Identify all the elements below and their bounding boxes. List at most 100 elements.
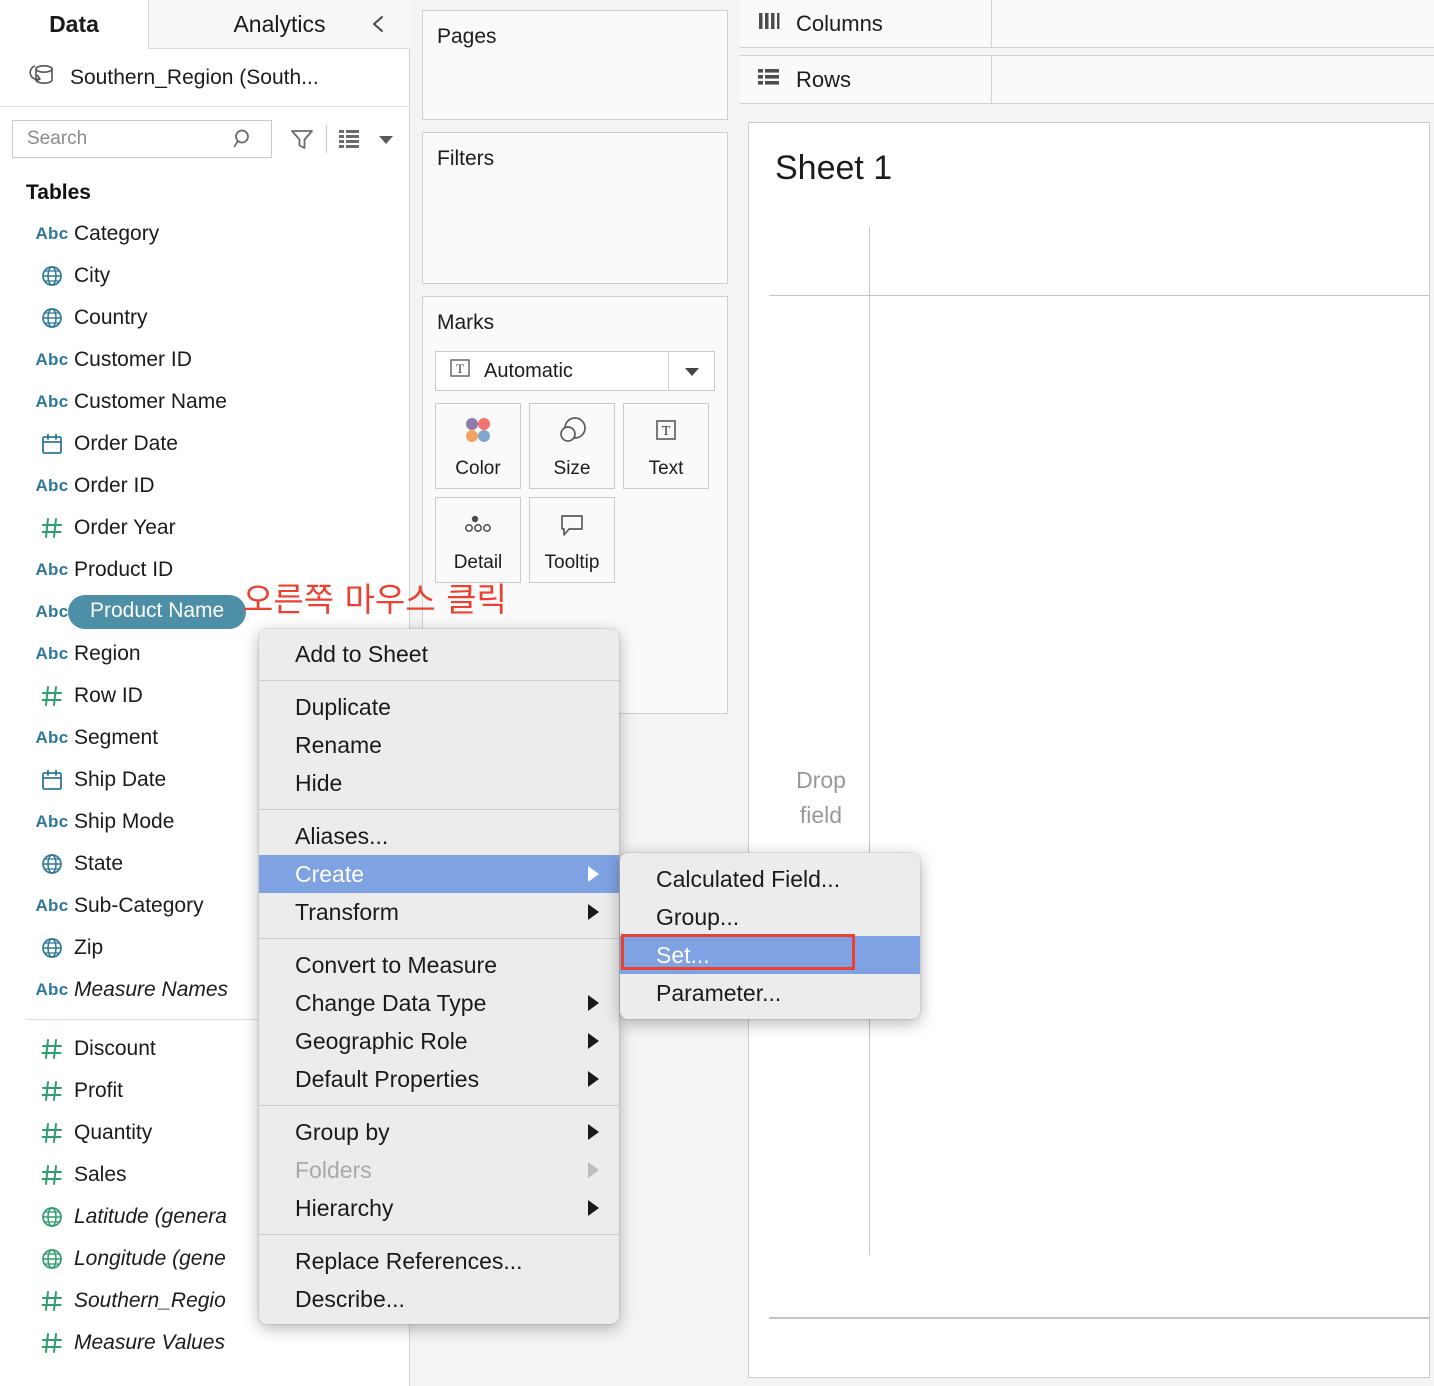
tab-data[interactable]: Data xyxy=(0,0,148,49)
menu-item-create[interactable]: Create xyxy=(259,855,619,893)
menu-item-label: Replace References... xyxy=(295,1247,523,1274)
marks-color-button[interactable]: Color xyxy=(435,403,521,489)
menu-item-add-to-sheet[interactable]: Add to Sheet xyxy=(259,635,619,673)
chevron-left-icon[interactable] xyxy=(365,10,393,38)
field-label: Order Date xyxy=(74,432,178,455)
submenu-arrow-icon xyxy=(588,1200,599,1216)
menu-item-label: Create xyxy=(295,860,365,887)
menu-item-rename[interactable]: Rename xyxy=(259,726,619,764)
columns-drop-zone[interactable] xyxy=(992,0,1434,47)
create-submenu[interactable]: Calculated Field... Group... Set... Paramet… xyxy=(620,853,920,1019)
field-row-customer-id[interactable]: Abc Customer ID xyxy=(0,339,409,381)
marks-tooltip-button[interactable]: Tooltip xyxy=(529,497,615,583)
columns-icon xyxy=(756,10,782,38)
chevron-down-icon[interactable] xyxy=(668,352,714,390)
marks-tooltip-label: Tooltip xyxy=(544,551,600,573)
mark-type-selector[interactable]: T Automatic xyxy=(435,351,715,391)
field-label: Row ID xyxy=(74,684,143,707)
string-type-icon: Abc xyxy=(35,728,69,747)
menu-item-group-by[interactable]: Group by xyxy=(259,1113,619,1151)
rows-drop-zone[interactable] xyxy=(992,56,1434,103)
field-row-order-id[interactable]: Abc Order ID xyxy=(0,465,409,507)
number-type-icon xyxy=(30,1036,74,1062)
menu-item-geographic-role[interactable]: Geographic Role xyxy=(259,1022,619,1060)
menu-item-label: Geographic Role xyxy=(295,1027,468,1054)
field-row-order-date[interactable]: Order Date xyxy=(0,423,409,465)
menu-item-label: Group by xyxy=(295,1118,390,1145)
menu-item-describe[interactable]: Describe... xyxy=(259,1280,619,1318)
menu-separator xyxy=(259,1234,619,1235)
grid-view-icon[interactable] xyxy=(337,127,363,151)
marks-color-label: Color xyxy=(455,457,501,479)
field-label: Quantity xyxy=(74,1121,153,1144)
marks-size-button[interactable]: Size xyxy=(529,403,615,489)
submenu-item-set[interactable]: Set... xyxy=(620,936,920,974)
filters-card[interactable]: Filters xyxy=(422,132,728,284)
datasource-row[interactable]: Southern_Region (South... xyxy=(0,49,409,107)
string-type-icon: Abc xyxy=(35,812,69,831)
view-canvas[interactable]: Sheet 1 Drop field xyxy=(748,122,1430,1378)
field-label: Southern_Regio xyxy=(74,1289,226,1312)
menu-item-transform[interactable]: Transform xyxy=(259,893,619,931)
axis-line-vertical xyxy=(869,227,870,1255)
field-row-category[interactable]: Abc Category xyxy=(0,213,409,255)
submenu-arrow-icon xyxy=(588,866,599,882)
text-box-icon: T xyxy=(649,413,683,452)
menu-item-convert-to-measure[interactable]: Convert to Measure xyxy=(259,946,619,984)
menu-item-label: Change Data Type xyxy=(295,989,487,1016)
field-label: Latitude (genera xyxy=(74,1205,227,1228)
menu-separator xyxy=(259,1105,619,1106)
field-row-city[interactable]: City xyxy=(0,255,409,297)
menu-item-label: Aliases... xyxy=(295,822,389,849)
rows-shelf[interactable]: Rows xyxy=(740,55,1434,104)
tables-heading: Tables xyxy=(26,181,91,204)
columns-shelf-label: Columns xyxy=(740,0,992,47)
number-type-icon xyxy=(30,683,74,709)
menu-item-duplicate[interactable]: Duplicate xyxy=(259,688,619,726)
svg-text:T: T xyxy=(662,424,671,439)
submenu-item-label: Set... xyxy=(656,941,710,968)
globe-type-icon xyxy=(30,1204,74,1230)
menu-item-folders: Folders xyxy=(259,1151,619,1189)
menu-item-change-data-type[interactable]: Change Data Type xyxy=(259,984,619,1022)
menu-item-hierarchy[interactable]: Hierarchy xyxy=(259,1189,619,1227)
field-row-order-year[interactable]: Order Year xyxy=(0,507,409,549)
field-label: Region xyxy=(74,642,141,665)
pages-card[interactable]: Pages xyxy=(422,10,728,120)
globe-type-icon xyxy=(30,851,74,877)
columns-shelf[interactable]: Columns xyxy=(740,0,1434,48)
field-row-customer-name[interactable]: Abc Customer Name xyxy=(0,381,409,423)
menu-item-replace-references[interactable]: Replace References... xyxy=(259,1242,619,1280)
number-type-icon xyxy=(30,1120,74,1146)
pages-label: Pages xyxy=(437,25,497,48)
globe-type-icon xyxy=(30,935,74,961)
search-box[interactable] xyxy=(12,120,273,158)
submenu-arrow-icon xyxy=(588,1124,599,1140)
drop-field-hint[interactable]: Drop field xyxy=(777,763,865,832)
marks-text-button[interactable]: T Text xyxy=(623,403,709,489)
menu-item-label: Convert to Measure xyxy=(295,951,497,978)
marks-size-label: Size xyxy=(553,457,591,479)
drop-field-line-1: Drop xyxy=(796,767,846,793)
number-type-icon xyxy=(30,1288,74,1314)
menu-item-label: Hide xyxy=(295,769,343,796)
field-context-menu[interactable]: Add to Sheet Duplicate Rename Hide Aliases..… xyxy=(259,629,619,1324)
number-type-icon xyxy=(30,1162,74,1188)
field-row-country[interactable]: Country xyxy=(0,297,409,339)
chevron-down-icon[interactable] xyxy=(375,128,397,150)
mark-type-value: Automatic xyxy=(484,359,573,382)
field-row-measure-values[interactable]: Measure Values xyxy=(0,1322,409,1364)
database-icon xyxy=(26,61,56,94)
menu-item-hide[interactable]: Hide xyxy=(259,764,619,802)
submenu-item-group[interactable]: Group... xyxy=(620,898,920,936)
submenu-item-parameter[interactable]: Parameter... xyxy=(620,974,920,1012)
submenu-arrow-icon xyxy=(588,995,599,1011)
menu-item-aliases[interactable]: Aliases... xyxy=(259,817,619,855)
marks-detail-button[interactable]: Detail xyxy=(435,497,521,583)
field-label: State xyxy=(74,852,124,875)
search-input[interactable] xyxy=(27,128,232,150)
submenu-item-calculated-field[interactable]: Calculated Field... xyxy=(620,860,920,898)
menu-item-default-properties[interactable]: Default Properties xyxy=(259,1060,619,1098)
filter-funnel-icon[interactable] xyxy=(288,125,316,153)
calendar-type-icon xyxy=(30,431,74,457)
